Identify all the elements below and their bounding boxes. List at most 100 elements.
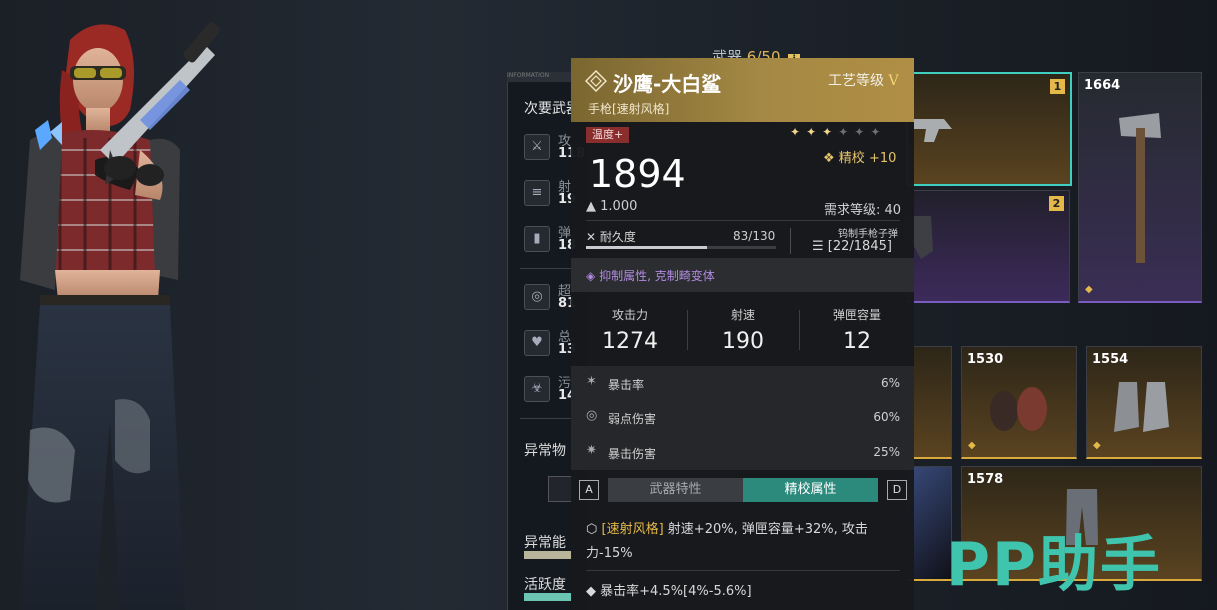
pistol-icon [911, 216, 933, 259]
key-a-hint[interactable]: A [579, 480, 599, 500]
refine-label: 精校 [838, 151, 865, 166]
rarity-diamond-icon: ◆ [1085, 284, 1093, 295]
rarity-diamond-icon: ◆ [1093, 440, 1101, 451]
slot-badge: 2 [1049, 196, 1064, 211]
suppress-icon: ◈ [586, 269, 596, 283]
crit-bonus-line: ◆ 暴击率+4.5%[4%-5.6%] [586, 580, 752, 599]
rate-value: 190 [722, 329, 764, 354]
item-power: 1664 [1084, 78, 1121, 93]
trait-line: ⬡ [速射风格] 射速+20%, 弹匣容量+32%, 攻击力-15% [586, 518, 904, 566]
mag-value: 12 [843, 329, 871, 354]
item-type-icon [585, 70, 607, 92]
ammo-type: 钨制手枪子弹 [838, 229, 898, 240]
axe-icon [1119, 113, 1161, 263]
ammo-count-value: [22/1845] [827, 239, 892, 254]
rarity-diamond-icon: ◆ [968, 440, 976, 451]
magazine-icon: ▮ [524, 226, 550, 252]
durability-label: 耐久度 [599, 230, 636, 244]
refine-level: ❖ 精校 +10 [823, 147, 896, 166]
item-weight: ▲ 1.000 [586, 199, 637, 214]
pistol-icon [914, 119, 952, 142]
inventory-slot-1[interactable]: 1 [906, 72, 1072, 186]
ammo-icon: ☰ [812, 239, 824, 254]
attack-stat: 攻击力 1274 [575, 306, 685, 354]
crit-rate-label: 暴击率 [608, 378, 645, 392]
mag-label: 弹匣容量 [832, 308, 881, 322]
durability-value: 83/130 [733, 229, 776, 243]
anomaly-energy-label: 异常能 [524, 535, 566, 551]
durability-bar [586, 246, 776, 249]
divider [586, 570, 900, 571]
wrench-icon: ✕ [586, 230, 597, 244]
tab-weapon-traits[interactable]: 武器特性 [608, 478, 743, 502]
tab-refine-attributes[interactable]: 精校属性 [743, 478, 878, 502]
temperature-chip: 温度+ [586, 127, 630, 143]
crit-damage-label: 暴击伤害 [608, 447, 657, 461]
crit-damage-value: 25% [873, 445, 900, 459]
target-icon: ◎ [586, 408, 598, 423]
suppress-text: 抑制属性, 克制畸变体 [599, 269, 715, 283]
anomaly-energy-bar [524, 551, 572, 559]
activity-label: 活跃度 [524, 577, 566, 593]
trait-tag: [速射风格] [601, 522, 664, 537]
required-level: 需求等级: 40 [824, 203, 902, 218]
item-name: 沙鹰-大白鲨 [613, 72, 722, 96]
tooltip-tabs: 武器特性 精校属性 [608, 478, 878, 502]
attack-label: 攻击力 [611, 308, 648, 322]
crit-rate-row: ✶ 暴击率 6% [586, 368, 900, 398]
craft-grade-label: 工艺等级 [828, 73, 884, 89]
suppress-attribute: ◈ 抑制属性, 克制畸变体 [586, 267, 715, 284]
ammo-count: ☰ [22/1845] [812, 239, 892, 254]
fire-rate-icon: ≡ [524, 180, 550, 206]
attack-value: 1274 [602, 329, 658, 354]
watermark: PP助手 [946, 530, 1162, 600]
divider [586, 220, 900, 221]
craft-grade-value: V [888, 73, 899, 89]
inventory-slot-boots[interactable]: 1554 ◆ [1086, 346, 1202, 459]
refine-icon: ❖ [823, 151, 835, 166]
crit-bonus-text: 暴击率+4.5%[4%-5.6%] [600, 584, 752, 599]
craft-grade: 工艺等级 V [828, 70, 899, 90]
divider [790, 228, 791, 254]
rate-stat: 射速 190 [688, 306, 798, 354]
activity-bar [524, 593, 572, 601]
item-power: 1894 [589, 152, 686, 196]
crit-rate-value: 6% [880, 376, 900, 390]
star-icon: ✦ [806, 125, 823, 139]
inventory-slot-2[interactable]: 2 [906, 190, 1070, 303]
star-icon: ✦ [854, 125, 871, 139]
weight-value: 1.000 [600, 199, 638, 214]
item-subtitle: 手枪[速射风格] [588, 102, 670, 116]
crit-icon: ✶ [586, 374, 597, 389]
star-icon: ✦ [790, 125, 807, 139]
biohazard-icon: ☣ [524, 376, 550, 402]
rate-label: 射速 [730, 308, 755, 322]
item-power: 1554 [1092, 352, 1129, 367]
item-power: 1578 [967, 472, 1004, 487]
star-icon: ✦ [870, 125, 887, 139]
mag-stat: 弹匣容量 12 [802, 306, 912, 354]
trait-icon: ⬡ [586, 522, 598, 537]
star-rating: ✦✦✦✦✦✦ [790, 125, 886, 139]
divider [799, 310, 800, 350]
star-icon: ✦ [822, 125, 839, 139]
weight-icon: ▲ [586, 199, 596, 214]
durability-fill [586, 246, 708, 249]
crit-damage-row: ✷ 暴击伤害 25% [586, 437, 900, 467]
gloves-icon [990, 387, 1047, 431]
swirl-icon: ◎ [524, 284, 550, 310]
slot-badge: 1 [1050, 79, 1065, 94]
attack-icon: ⚔ [524, 134, 550, 160]
boots-icon [1114, 382, 1169, 432]
star-icon: ✦ [838, 125, 855, 139]
weak-value: 60% [873, 410, 900, 424]
durability: ✕ 耐久度 [586, 228, 636, 245]
inventory-slot-axe[interactable]: 1664 ◆ [1078, 72, 1202, 303]
character-portrait [20, 22, 220, 610]
gem-icon: ◆ [586, 584, 596, 599]
weak-label: 弱点伤害 [608, 412, 657, 426]
crit-damage-icon: ✷ [586, 443, 597, 458]
key-d-hint[interactable]: D [887, 480, 907, 500]
inventory-slot-gloves[interactable]: 1530 ◆ [961, 346, 1077, 459]
heart-icon: ♥ [524, 330, 550, 356]
